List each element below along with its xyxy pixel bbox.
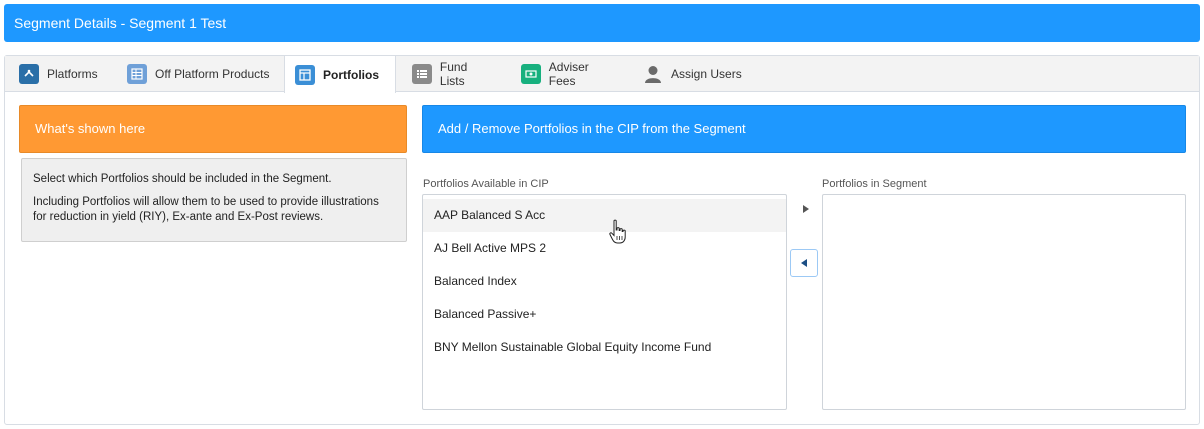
tab-fund-lists[interactable]: Fund Lists bbox=[402, 56, 505, 92]
tab-adviser-fees[interactable]: Adviser Fees bbox=[511, 56, 628, 92]
list-item[interactable]: AAP Balanced S Acc bbox=[423, 199, 786, 232]
move-right-button[interactable] bbox=[799, 202, 813, 216]
tab-platforms[interactable]: Platforms bbox=[9, 56, 112, 92]
tab-assign-users[interactable]: Assign Users bbox=[633, 56, 753, 92]
caret-right-icon bbox=[803, 205, 809, 213]
list-item[interactable]: AJ Bell Active MPS 2 bbox=[423, 232, 786, 265]
tab-portfolios[interactable]: Portfolios bbox=[284, 56, 396, 93]
tab-label: Adviser Fees bbox=[548, 60, 589, 88]
list-item[interactable]: Balanced Passive+ bbox=[423, 298, 786, 331]
segment-list-label: Portfolios in Segment bbox=[822, 178, 927, 190]
page-header: Segment Details - Segment 1 Test bbox=[4, 4, 1200, 42]
platforms-icon bbox=[19, 64, 39, 84]
portfolio-layout-icon bbox=[295, 64, 315, 85]
add-remove-heading: Add / Remove Portfolios in the CIP from … bbox=[422, 105, 1186, 153]
caret-left-icon bbox=[801, 259, 807, 267]
info-paragraph-2: Including Portfolios will allow them to … bbox=[33, 196, 379, 223]
user-icon bbox=[643, 64, 663, 84]
page-title: Segment Details - Segment 1 Test bbox=[14, 15, 227, 31]
whats-shown-heading: What's shown here bbox=[19, 105, 407, 153]
info-description: Select which Portfolios should be includ… bbox=[21, 158, 407, 242]
tab-label: Fund Lists bbox=[439, 60, 468, 88]
list-item[interactable]: Balanced Index bbox=[423, 265, 786, 298]
tab-label: Assign Users bbox=[671, 67, 742, 81]
tab-label: Portfolios bbox=[323, 67, 379, 82]
available-list-label: Portfolios Available in CIP bbox=[423, 178, 549, 190]
segment-portfolios-list[interactable] bbox=[822, 194, 1186, 410]
move-left-button[interactable] bbox=[790, 249, 818, 277]
tab-label: Off Platform Products bbox=[155, 67, 270, 81]
available-portfolios-list[interactable]: AAP Balanced S Acc AJ Bell Active MPS 2 … bbox=[422, 194, 787, 410]
grid-table-icon bbox=[127, 64, 147, 84]
tab-off-platform-products[interactable]: Off Platform Products bbox=[117, 56, 287, 92]
info-paragraph-1: Select which Portfolios should be includ… bbox=[33, 173, 332, 185]
hand-pointer-cursor-icon bbox=[608, 219, 628, 245]
tab-label: Platforms bbox=[47, 67, 98, 81]
list-icon bbox=[412, 64, 432, 84]
tab-bar: Platforms Off Platform Products Portfoli… bbox=[5, 56, 1199, 93]
segment-panel: Platforms Off Platform Products Portfoli… bbox=[4, 55, 1200, 425]
whats-shown-title: What's shown here bbox=[35, 121, 146, 136]
list-item[interactable]: BNY Mellon Sustainable Global Equity Inc… bbox=[423, 331, 786, 364]
add-remove-title: Add / Remove Portfolios in the CIP from … bbox=[438, 121, 746, 136]
money-icon bbox=[521, 64, 541, 84]
